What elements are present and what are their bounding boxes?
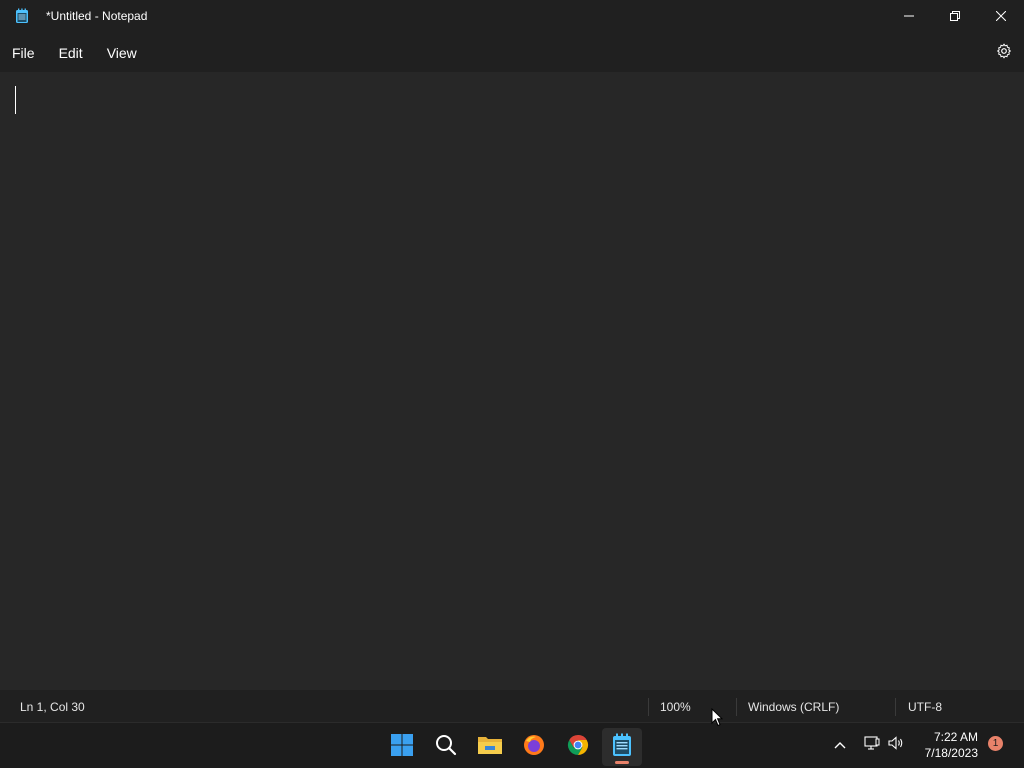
line-ending: Windows (CRLF) bbox=[748, 700, 840, 714]
clock-time: 7:22 AM bbox=[933, 730, 978, 744]
text-editor[interactable] bbox=[0, 72, 1024, 690]
chrome-button[interactable] bbox=[558, 728, 598, 766]
menu-view[interactable]: View bbox=[95, 38, 149, 68]
zoom-level: 100% bbox=[660, 700, 691, 714]
file-explorer-icon bbox=[477, 734, 503, 761]
menu-edit[interactable]: Edit bbox=[47, 38, 95, 68]
close-icon bbox=[996, 11, 1006, 21]
search-button[interactable] bbox=[426, 728, 466, 766]
menu-file[interactable]: File bbox=[0, 38, 47, 68]
file-explorer-button[interactable] bbox=[470, 728, 510, 766]
window-title: *Untitled - Notepad bbox=[46, 9, 148, 23]
clock[interactable]: 7:22 AM 7/18/2023 bbox=[925, 729, 978, 761]
settings-button[interactable] bbox=[994, 42, 1014, 64]
mouse-cursor-icon bbox=[711, 707, 724, 732]
notification-badge[interactable]: 1 bbox=[988, 736, 1003, 751]
network-icon bbox=[864, 735, 880, 755]
firefox-button[interactable] bbox=[514, 728, 554, 766]
start-icon bbox=[390, 733, 414, 762]
title-bar: *Untitled - Notepad bbox=[0, 0, 1024, 32]
notepad-icon bbox=[612, 733, 632, 762]
chrome-icon bbox=[566, 733, 590, 762]
search-icon bbox=[435, 734, 457, 761]
text-caret bbox=[15, 86, 16, 114]
menu-bar: File Edit View bbox=[0, 34, 1024, 72]
status-divider bbox=[895, 698, 896, 716]
encoding: UTF-8 bbox=[908, 700, 942, 714]
gear-icon bbox=[996, 42, 1012, 64]
cursor-position: Ln 1, Col 30 bbox=[20, 700, 85, 714]
show-hidden-icons-button[interactable] bbox=[830, 735, 850, 755]
start-button[interactable] bbox=[382, 728, 422, 766]
active-app-indicator bbox=[615, 761, 629, 764]
network-button[interactable] bbox=[862, 735, 882, 755]
volume-icon bbox=[888, 735, 904, 755]
close-button[interactable] bbox=[978, 0, 1024, 32]
status-bar: Ln 1, Col 30 100% Windows (CRLF) UTF-8 bbox=[0, 690, 1024, 722]
minimize-icon bbox=[904, 11, 914, 21]
minimize-button[interactable] bbox=[886, 0, 932, 32]
status-divider bbox=[648, 698, 649, 716]
notepad-icon bbox=[15, 8, 29, 24]
window-controls bbox=[886, 0, 1024, 32]
volume-button[interactable] bbox=[886, 735, 906, 755]
firefox-icon bbox=[522, 733, 546, 762]
chevron-up-icon bbox=[834, 736, 846, 754]
restore-button[interactable] bbox=[932, 0, 978, 32]
restore-icon bbox=[950, 11, 960, 21]
notepad-taskbar-button[interactable] bbox=[602, 728, 642, 766]
taskbar: 7:22 AM 7/18/2023 bbox=[0, 722, 1024, 768]
status-divider bbox=[736, 698, 737, 716]
clock-date: 7/18/2023 bbox=[924, 746, 978, 760]
